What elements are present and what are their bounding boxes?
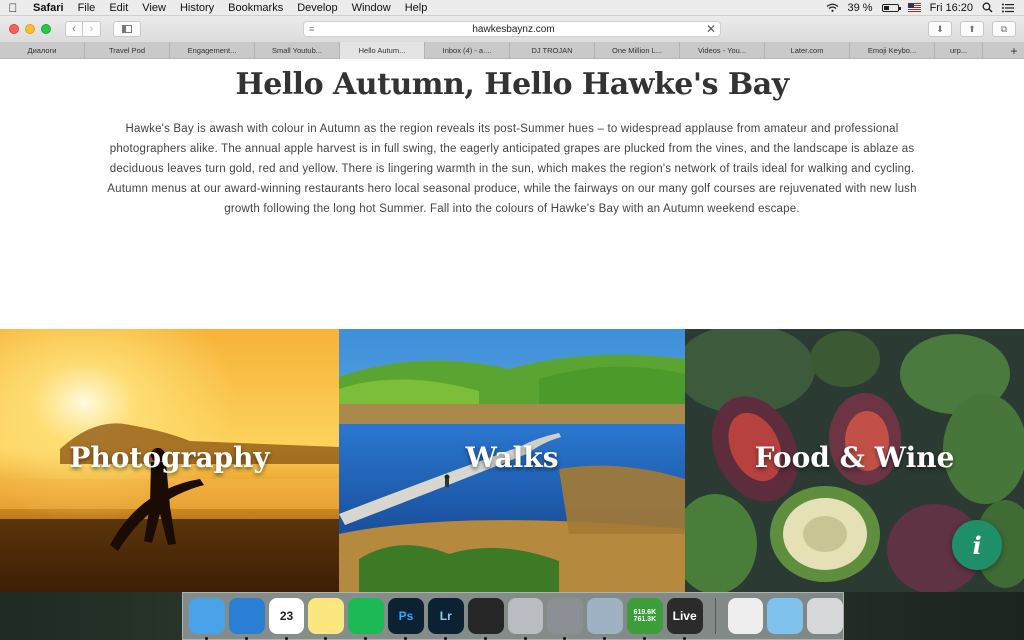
tab-engagement[interactable]: Engagement... [170, 42, 255, 59]
ableton-live-icon[interactable]: Live [666, 598, 703, 640]
tab-later[interactable]: Later.com [765, 42, 850, 59]
battery-icon[interactable] [881, 3, 901, 12]
menu-develop[interactable]: Develop [290, 2, 344, 14]
downloads-button[interactable]: ⬇ [928, 21, 952, 37]
photoshop-icon[interactable]: Ps [388, 598, 424, 640]
tile-food-wine-label: Food & Wine [754, 441, 955, 474]
tab-dj-trojan[interactable]: DJ TROJAN [510, 42, 595, 59]
photoshop-label: Ps [398, 609, 414, 623]
tab-videos-youtube[interactable]: Videos - You... [680, 42, 765, 59]
battery-percent[interactable]: 39 % [848, 2, 873, 14]
battery-fill [883, 5, 890, 10]
stop-loading-icon[interactable]: ✕ [706, 22, 720, 36]
network-down-value: 761.3K [633, 616, 657, 623]
url-text[interactable]: hawkesbaynz.com [321, 24, 706, 35]
dock-separator [714, 598, 716, 634]
wifi-icon[interactable] [826, 3, 839, 12]
network-up-value: 619.6K [633, 609, 657, 616]
web-page: Hello Autumn, Hello Hawke's Bay Hawke's … [0, 59, 1024, 592]
intro-paragraph: Hawke's Bay is awash with colour in Autu… [107, 123, 917, 215]
tabs-icon: ⧉ [1000, 23, 1008, 34]
close-window-button[interactable] [9, 24, 19, 34]
ableton-live-label: Live [672, 609, 697, 623]
vlc-icon[interactable] [727, 598, 764, 634]
menu-bar:  Safari File Edit View History Bookmark… [0, 0, 1024, 16]
minimize-window-button[interactable] [25, 24, 35, 34]
category-tiles: Photography Walks Food & Wine [0, 329, 1024, 592]
tab-urp[interactable]: urp... [935, 42, 983, 59]
disk-utility-icon[interactable] [507, 598, 544, 640]
menu-edit[interactable]: Edit [102, 2, 135, 14]
trash-icon[interactable] [807, 598, 843, 634]
safari-icon[interactable] [228, 598, 265, 640]
calendar-icon[interactable]: 23 [268, 598, 305, 640]
spotlight-search-icon[interactable] [982, 2, 993, 13]
chevron-right-icon: › [89, 23, 94, 35]
share-icon: ⬆ [968, 23, 976, 34]
forward-button[interactable]: › [83, 21, 101, 37]
tile-photography[interactable]: Photography [0, 329, 339, 592]
tab-overview-button[interactable]: ⧉ [992, 21, 1016, 37]
menu-history[interactable]: History [173, 2, 221, 14]
zoom-window-button[interactable] [41, 24, 51, 34]
menu-help[interactable]: Help [398, 2, 435, 14]
dock: 23 Ps Lr 619.6K 761.3K Live [182, 592, 844, 640]
menu-window[interactable]: Window [345, 2, 398, 14]
notes-icon[interactable] [308, 598, 345, 640]
tab-bar: Диалоги Travel Pod Engagement... Small Y… [0, 42, 1024, 59]
system-preferences-icon[interactable] [547, 598, 584, 640]
show-sidebar-button[interactable] [113, 21, 141, 37]
reader-view-icon[interactable]: ≡ [309, 24, 321, 34]
tab-one-million[interactable]: One Million L... [595, 42, 680, 59]
notification-center-icon[interactable] [1002, 3, 1014, 13]
chevron-left-icon: ‹ [72, 23, 76, 35]
tile-photography-label: Photography [69, 441, 270, 474]
sidebar-icon [122, 25, 132, 33]
address-bar[interactable]: ≡ hawkesbaynz.com ✕ [303, 21, 721, 37]
new-tab-button[interactable]: + [1004, 42, 1024, 59]
info-button[interactable]: i [952, 520, 1002, 570]
us-flag-input-icon[interactable] [907, 3, 921, 12]
menu-file[interactable]: File [71, 2, 103, 14]
finder-icon[interactable] [189, 598, 225, 640]
menu-view[interactable]: View [135, 2, 173, 14]
migration-icon[interactable] [587, 598, 623, 640]
final-cut-icon[interactable] [467, 598, 504, 640]
applications-folder-icon[interactable] [767, 598, 804, 634]
download-icon: ⬇ [936, 23, 944, 34]
tab-dialogs[interactable]: Диалоги [0, 42, 85, 59]
menu-app-name[interactable]: Safari [26, 2, 71, 14]
spotify-icon[interactable] [348, 598, 385, 640]
share-button[interactable]: ⬆ [960, 21, 984, 37]
tab-inbox[interactable]: Inbox (4) - a.... [425, 42, 510, 59]
tab-hello-autumn[interactable]: Hello Autum... [340, 42, 425, 59]
lightroom-icon[interactable]: Lr [427, 598, 464, 640]
lightroom-label: Lr [439, 609, 452, 623]
clock[interactable]: Fri 16:20 [930, 2, 973, 14]
tab-travel-pod[interactable]: Travel Pod [85, 42, 170, 59]
back-button[interactable]: ‹ [65, 21, 83, 37]
apple-menu-icon[interactable]:  [0, 1, 26, 15]
calendar-label: 23 [279, 609, 294, 623]
page-title: Hello Autumn, Hello Hawke's Bay [235, 67, 789, 102]
tab-small-youtube[interactable]: Small Youtub... [255, 42, 340, 59]
window-controls [0, 24, 51, 34]
tile-walks[interactable]: Walks [339, 329, 685, 592]
tile-walks-label: Walks [465, 441, 559, 474]
menu-bookmarks[interactable]: Bookmarks [221, 2, 290, 14]
network-monitor-icon[interactable]: 619.6K 761.3K [626, 598, 663, 640]
tab-emoji-keyboard[interactable]: Emoji Keybo... [850, 42, 935, 59]
browser-toolbar: ‹ › ≡ hawkesbaynz.com ✕ ⬇ ⬆ ⧉ [0, 16, 1024, 42]
